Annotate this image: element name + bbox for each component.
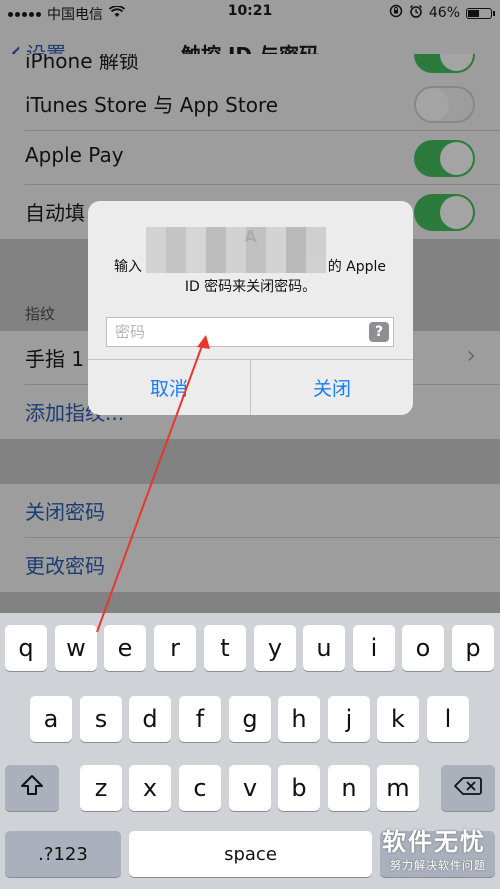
key-b[interactable]: b (278, 765, 320, 811)
key-k[interactable]: k (377, 696, 419, 742)
battery-level (468, 9, 480, 17)
password-field[interactable]: ? (106, 317, 394, 347)
shift-key[interactable] (5, 765, 59, 811)
dialog-message-line2: ID 密码来关闭密码。 (184, 279, 317, 295)
apple-pay-toggle[interactable] (414, 140, 475, 177)
key-m[interactable]: m (377, 765, 419, 811)
fingerprint-section-header: 指纹 (25, 305, 56, 323)
watermark: 软件无忧 努力解决软件问题 (382, 822, 486, 873)
watermark-subtitle: 努力解决软件问题 (390, 859, 486, 872)
key-v[interactable]: v (229, 765, 271, 811)
settings-row-apple-pay[interactable]: Apple Pay (0, 131, 500, 185)
key-n[interactable]: n (328, 765, 370, 811)
toggle-knob (440, 196, 473, 229)
dialog-message-suffix: 的 Apple (327, 259, 386, 275)
iphone-unlock-toggle[interactable] (414, 54, 475, 73)
settings-row-turn-off-passcode[interactable]: 关闭密码 (0, 484, 500, 538)
key-i[interactable]: i (353, 625, 395, 671)
key-t[interactable]: t (204, 625, 246, 671)
key-y[interactable]: y (254, 625, 296, 671)
key-o[interactable]: o (402, 625, 444, 671)
row-label: 手指 1 (25, 347, 85, 371)
shift-icon (20, 774, 44, 802)
key-q[interactable]: q (5, 625, 47, 671)
toggle-knob (440, 54, 473, 71)
change-passcode-label: 更改密码 (25, 554, 105, 578)
key-f[interactable]: f (179, 696, 221, 742)
key-w[interactable]: w (55, 625, 97, 671)
row-label: iPhone 解锁 (25, 54, 139, 73)
key-d[interactable]: d (129, 696, 171, 742)
space-key[interactable]: space (129, 831, 372, 877)
alarm-icon (409, 4, 423, 22)
section-gap (0, 592, 500, 613)
key-c[interactable]: c (179, 765, 221, 811)
settings-row-change-passcode[interactable]: 更改密码 (0, 538, 500, 592)
row-label: Apple Pay (25, 143, 124, 167)
row-label: iTunes Store 与 App Store (25, 93, 279, 117)
redaction-mosaic (146, 227, 326, 273)
itunes-app-store-toggle[interactable] (414, 86, 475, 123)
orientation-lock-icon (389, 4, 403, 22)
row-label: 自动填 (25, 201, 85, 225)
autofill-toggle[interactable] (414, 194, 475, 231)
key-h[interactable]: h (278, 696, 320, 742)
backspace-icon (454, 774, 482, 802)
settings-row-itunes-app-store[interactable]: iTunes Store 与 App Store (0, 77, 500, 131)
password-input[interactable] (113, 318, 367, 346)
key-l[interactable]: l (427, 696, 469, 742)
battery-icon (466, 7, 495, 19)
key-j[interactable]: j (328, 696, 370, 742)
toggle-knob (440, 142, 473, 175)
key-g[interactable]: g (229, 696, 271, 742)
key-u[interactable]: u (303, 625, 345, 671)
watermark-title: 软件无忧 (382, 828, 486, 856)
delete-key[interactable] (441, 765, 495, 811)
key-z[interactable]: z (80, 765, 122, 811)
chevron-right-icon: › (466, 341, 476, 369)
help-icon[interactable]: ? (369, 322, 389, 342)
key-x[interactable]: x (129, 765, 171, 811)
status-right: 46% (389, 4, 495, 22)
key-a[interactable]: a (30, 696, 72, 742)
battery-percent: 46% (428, 5, 460, 21)
numbers-key[interactable]: .?123 (5, 831, 121, 877)
dialog-message-prefix: 输入 (114, 259, 142, 275)
turn-off-passcode-label: 关闭密码 (25, 500, 105, 524)
key-p[interactable]: p (452, 625, 494, 671)
key-r[interactable]: r (154, 625, 196, 671)
section-gap (0, 439, 500, 484)
status-bar: 中国电信 10:21 46% (0, 0, 500, 26)
cancel-button[interactable]: 取消 (88, 360, 250, 415)
apple-id-password-dialog: A 输入 的 Apple ID 密码来关闭密码。 ? 取消 关闭 (88, 201, 413, 415)
turn-off-button[interactable]: 关闭 (251, 360, 413, 415)
screen: 中国电信 10:21 46% ‹ 设置 触控 ID 与密码 iPhone (0, 0, 500, 889)
key-e[interactable]: e (104, 625, 146, 671)
toggle-knob (416, 88, 449, 121)
key-s[interactable]: s (80, 696, 122, 742)
